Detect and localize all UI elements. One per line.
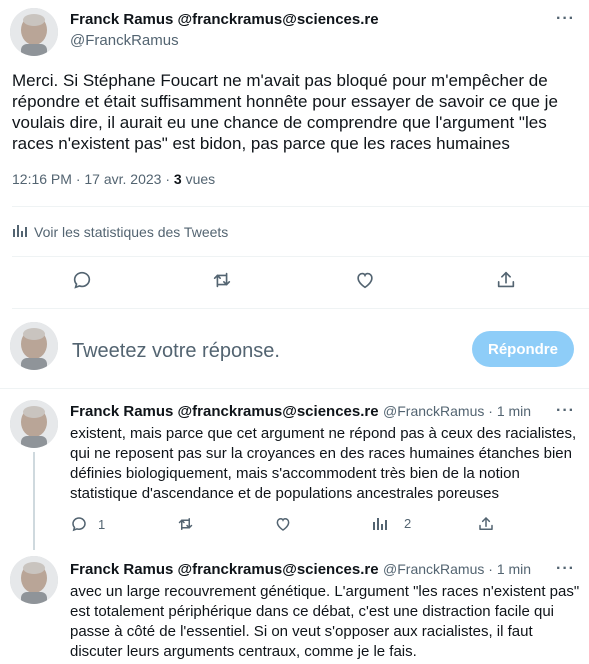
tweet-text-line: existent, mais parce que cet argument ne… — [70, 425, 577, 442]
reply-icon — [73, 271, 91, 289]
more-icon[interactable]: ··· — [556, 10, 575, 28]
more-icon[interactable]: ··· — [556, 402, 575, 420]
meta-separator: · — [165, 171, 171, 187]
analytics-icon — [12, 222, 28, 241]
avatar-image — [10, 400, 58, 448]
tweet-meta: 12:16 PM · 17 avr. 2023 · 3 vues — [12, 171, 215, 187]
tweet-time[interactable]: 12:16 PM — [12, 171, 72, 187]
tweet-text: existent, mais parce que cet argument ne… — [70, 424, 585, 504]
divider — [12, 308, 589, 309]
avatar[interactable] — [10, 322, 58, 370]
share-button[interactable] — [494, 268, 518, 292]
thread-connector — [33, 452, 35, 550]
tweet-text-line: statistique d'ascendance et de populatio… — [70, 485, 499, 502]
tweet-header: Franck Ramus @franckramus@sciences.re @F… — [70, 561, 531, 579]
analytics-icon — [373, 518, 387, 530]
tweet-text: Merci. Si Stéphane Foucart ne m'avait pa… — [12, 70, 582, 154]
views-button[interactable]: 2 — [372, 515, 411, 531]
retweet-icon — [178, 518, 193, 530]
meta-separator: · — [75, 171, 81, 187]
reply-submit-button[interactable]: Répondre — [472, 331, 574, 367]
tweet-text-line: voulais dire, il aurait eu une chance de… — [12, 113, 547, 132]
tweet-text-line: qui ne reposent pas sur la croyances en … — [70, 445, 572, 462]
avatar[interactable] — [10, 400, 58, 448]
author-name[interactable]: Franck Ramus @franckramus@sciences.re — [70, 561, 379, 578]
author-handle-time[interactable]: @FranckRamus · 1 min — [383, 561, 531, 577]
divider — [0, 388, 589, 389]
tweet-text-line: répondre et était suffisamment honnête p… — [12, 92, 558, 111]
views-count: 2 — [404, 515, 412, 531]
tweet-text-line: passe à côté de l'essentiel. Si on veut … — [70, 623, 533, 640]
tweet-text-line: races n'existent pas" est bidon, pas par… — [12, 134, 510, 153]
tweet-text-line: Merci. Si Stéphane Foucart ne m'avait pa… — [12, 71, 548, 90]
tweet-stats-link[interactable]: Voir les statistiques des Tweets — [12, 222, 228, 241]
tweet-text-line: définies biologiquement, mais s'accommod… — [70, 465, 520, 482]
like-icon — [276, 517, 290, 531]
retweet-button[interactable] — [210, 268, 234, 292]
share-icon — [479, 517, 493, 530]
like-button[interactable] — [274, 515, 292, 533]
author-handle-time[interactable]: @FranckRamus · 1 min — [383, 403, 531, 419]
reply-button[interactable] — [70, 268, 94, 292]
author-name[interactable]: Franck Ramus @franckramus@sciences.re — [70, 403, 379, 420]
tweet-text-line: discuter leurs arguments centraux, comme… — [70, 643, 417, 660]
author-name[interactable]: Franck Ramus @franckramus@sciences.re — [70, 11, 379, 28]
share-icon — [497, 271, 515, 288]
tweet-text: avec un large recouvrement génétique. L'… — [70, 582, 585, 662]
author-handle[interactable]: @FranckRamus — [70, 32, 179, 49]
divider — [12, 256, 589, 257]
views-label: vues — [185, 171, 216, 187]
reply-icon — [72, 517, 86, 532]
reply-input[interactable]: Tweetez votre réponse. — [72, 340, 280, 363]
like-button[interactable] — [353, 268, 377, 292]
like-icon — [357, 272, 373, 289]
avatar-image — [10, 322, 58, 370]
avatar-image — [10, 556, 58, 604]
tweet-text-line: avec un large recouvrement génétique. L'… — [70, 583, 580, 600]
reply-count: 1 — [98, 516, 106, 532]
divider — [12, 206, 589, 207]
more-icon[interactable]: ··· — [556, 560, 575, 578]
views-count: 3 — [173, 171, 182, 187]
tweet-date[interactable]: 17 avr. 2023 — [84, 171, 161, 187]
share-button[interactable] — [477, 515, 495, 533]
stats-link-label: Voir les statistiques des Tweets — [34, 223, 229, 240]
retweet-icon — [213, 272, 231, 288]
retweet-button[interactable] — [176, 515, 195, 533]
tweet-header: Franck Ramus @franckramus@sciences.re @F… — [70, 403, 531, 421]
avatar[interactable] — [10, 556, 58, 604]
reply-button[interactable]: 1 — [70, 515, 105, 533]
avatar[interactable] — [10, 8, 58, 56]
tweet-text-line: est totalement périphérique dans ce déba… — [70, 603, 554, 620]
avatar-image — [10, 8, 58, 56]
